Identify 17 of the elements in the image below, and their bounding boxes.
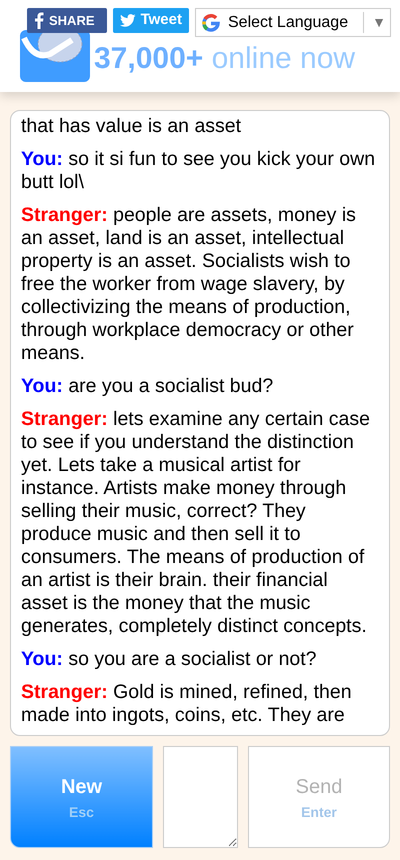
online-count: 37,000+ online now (94, 44, 356, 74)
google-icon (200, 12, 222, 34)
logo-icon (20, 30, 90, 82)
chat-message: You: so it si fun to see you kick your own butt lol\ (21, 148, 376, 194)
message-input[interactable] (163, 746, 238, 848)
language-select[interactable]: Select Language ▼ (195, 8, 391, 37)
facebook-icon (34, 12, 44, 29)
chat-message: Stranger: people are assets, money is an asset, land is an asset, intellectual property is an asset. Socialists wish to free the worker from wage slavery, by collectivizing the means of production, through workplace democracy or other means. (21, 204, 357, 365)
bird-icon (120, 14, 136, 27)
chat-message: that has value is an asset (21, 115, 242, 138)
share-button[interactable]: SHARE (27, 8, 107, 33)
chat-message: You: so you are a socialist or not? (21, 648, 318, 671)
tweet-button[interactable]: Tweet (113, 8, 189, 33)
chat-message: You: are you a socialist bud? (21, 375, 274, 398)
chat-message: Stranger: lets examine any certain case to see if you understand the distinction yet. Lets take a musical artist for instance. Artists make money through selling their music, correct? They produce music and then sell it to consumers. The means of production of an artist is their brain. their financial asset is the money that the music generates, completely distinct concepts. (21, 408, 371, 638)
chat-message: Stranger: Gold is mined, refined, then made into ingots, coins, etc. They are (21, 681, 353, 727)
new-button[interactable]: New Esc (10, 746, 153, 848)
